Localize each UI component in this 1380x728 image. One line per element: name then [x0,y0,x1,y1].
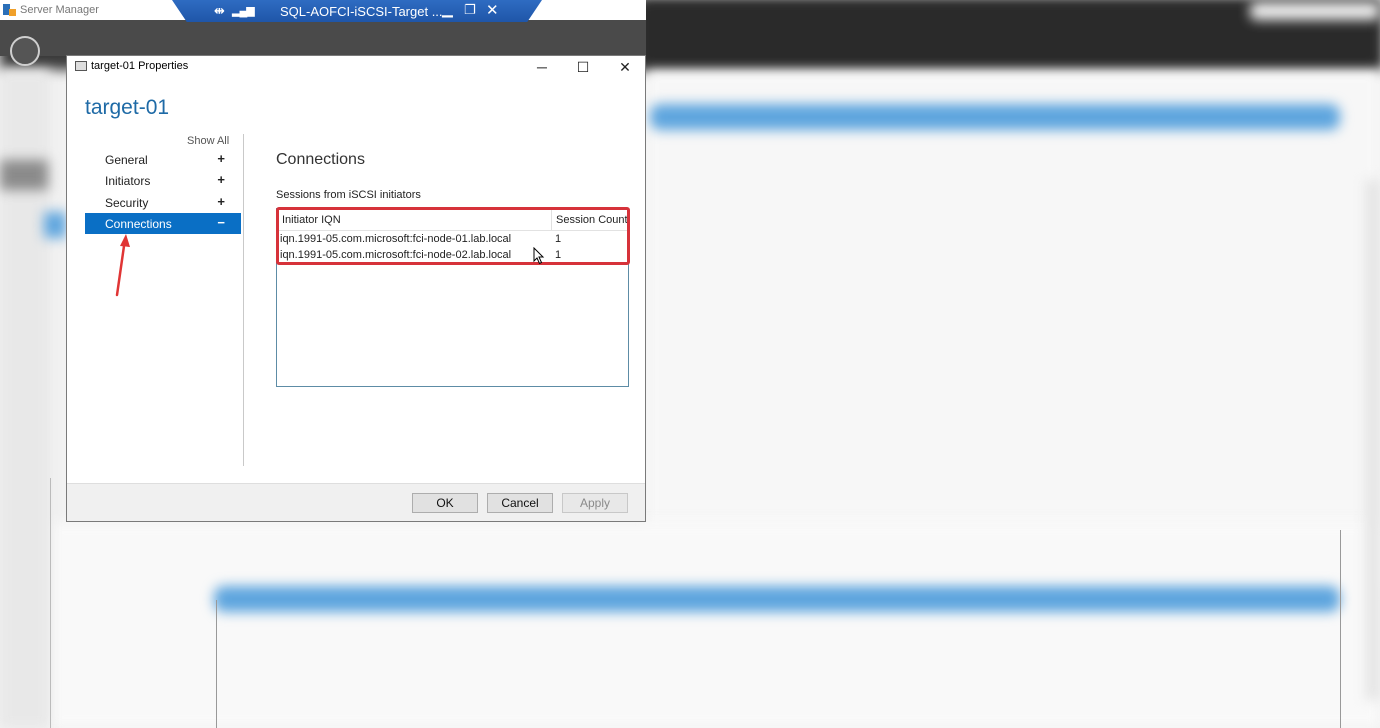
background-divider [1340,530,1341,728]
initiator-iqn-cell: iqn.1991-05.com.microsoft:fci-node-02.la… [280,249,512,261]
nav-item-initiators[interactable]: Initiators + [85,170,241,191]
background-divider [50,478,51,728]
remote-desktop-connection-bar: ⇹ ▂▄▆ SQL-AOFCI-iSCSI-Target ... ▁ ❐ ✕ [172,0,542,22]
server-manager-title: Server Manager [2,2,99,18]
pin-icon[interactable]: ⇹ [214,3,225,19]
background-header-band [650,104,1340,130]
dialog-app-icon [75,61,87,71]
annotation-arrow-icon [115,234,130,297]
table-row[interactable]: iqn.1991-05.com.microsoft:fci-node-02.la… [277,248,628,264]
rdp-minimize-button[interactable]: ▁ [442,1,453,18]
background-lower-pane [50,522,1380,728]
server-manager-icon [2,3,16,17]
server-manager-toolbar [0,20,646,56]
rdp-restore-button[interactable]: ❐ [464,2,476,18]
expand-icon: + [217,151,225,166]
background-lower-band [214,586,1340,612]
nav-divider [243,134,244,466]
dialog-close-button[interactable]: ✕ [605,56,645,78]
nav-item-security[interactable]: Security + [85,192,241,213]
sessions-list[interactable]: Initiator IQN Session Count iqn.1991-05.… [276,208,629,387]
expand-icon: + [217,194,225,209]
background-content-pane [646,70,1380,590]
page-title: target-01 [85,96,170,119]
background-nav-selected [44,212,66,238]
section-title: Connections [276,151,365,168]
background-search-box [1250,2,1380,20]
dialog-footer: OK Cancel Apply [67,483,645,521]
dialog-titlebar[interactable]: target-01 Properties ─ ☐ ✕ [67,56,645,78]
table-row[interactable]: iqn.1991-05.com.microsoft:fci-node-01.la… [277,232,628,248]
signal-icon[interactable]: ▂▄▆ [232,4,255,17]
nav-item-general[interactable]: General + [85,149,241,170]
column-separator[interactable] [551,209,552,230]
mouse-cursor-icon [533,247,545,265]
session-count-cell: 1 [555,249,562,261]
cancel-button[interactable]: Cancel [487,493,553,513]
dialog-minimize-button[interactable]: ─ [522,56,562,78]
ok-button[interactable]: OK [412,493,478,513]
apply-button[interactable]: Apply [562,493,628,513]
background-divider [216,600,217,728]
session-count-cell: 1 [555,233,562,245]
background-scrollbar [1366,180,1380,700]
list-header: Initiator IQN Session Count [277,209,628,231]
expand-icon: + [217,172,225,187]
dialog-maximize-button[interactable]: ☐ [563,56,603,78]
rdp-title: SQL-AOFCI-iSCSI-Target ... [280,4,443,19]
sessions-label: Sessions from iSCSI initiators [276,189,421,201]
column-header-initiator-iqn[interactable]: Initiator IQN [282,214,341,226]
dialog-window-title: target-01 Properties [91,60,189,72]
back-button[interactable] [10,36,40,66]
nav-item-label: General [105,152,148,167]
nav-item-label: Initiators [105,173,151,188]
properties-dialog: target-01 Properties ─ ☐ ✕ target-01 Sho… [66,55,646,522]
rdp-close-button[interactable]: ✕ [486,1,499,19]
show-all-link[interactable]: Show All [187,135,229,147]
background-nav-item [0,160,48,190]
initiator-iqn-cell: iqn.1991-05.com.microsoft:fci-node-01.la… [280,233,512,245]
server-manager-title-text: Server Manager [20,4,99,16]
nav-item-label: Security [105,195,149,210]
column-header-session-count[interactable]: Session Count [556,214,628,226]
collapse-icon: − [217,215,225,230]
